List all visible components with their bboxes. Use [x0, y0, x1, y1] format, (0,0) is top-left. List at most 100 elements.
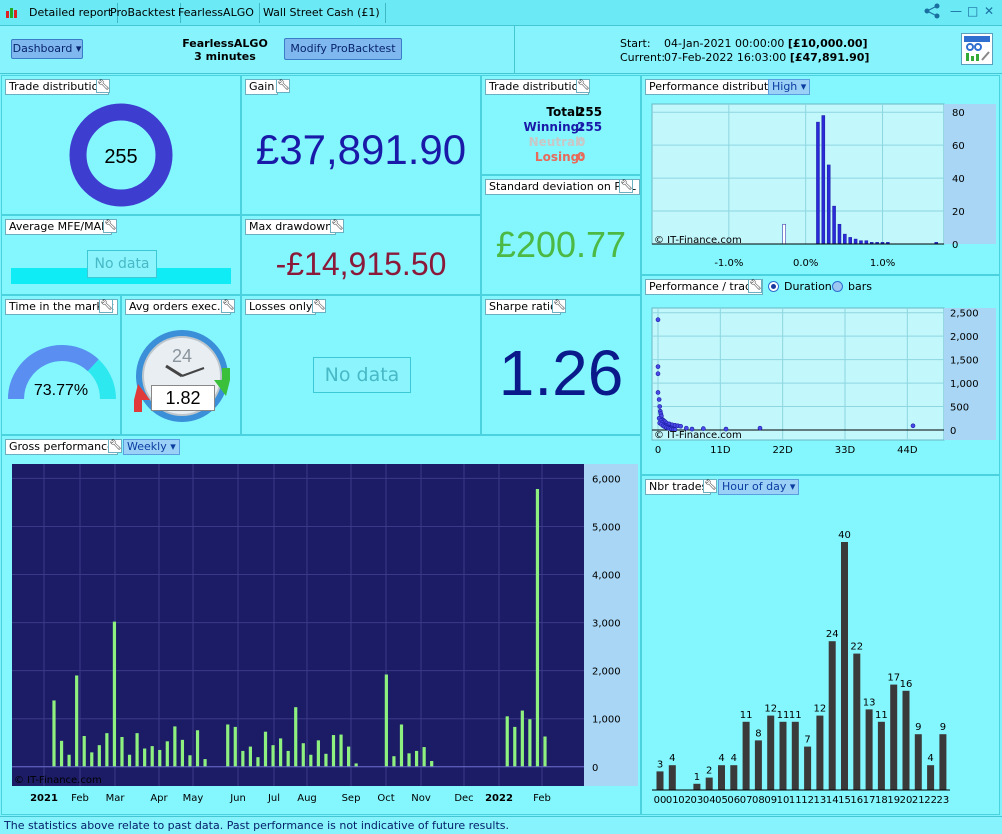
wrench-icon[interactable]: 🔧︎: [276, 79, 290, 93]
hour-bar: [754, 740, 762, 790]
bar-value-label: 12: [814, 704, 827, 715]
y-tick-label: 1,000: [592, 715, 621, 726]
x-tick-label: 33D: [835, 445, 856, 456]
performance-bar: [414, 750, 419, 767]
plot-area: [651, 103, 945, 245]
winning-label: Winning:: [523, 120, 584, 134]
losses-only-nodata: No data: [313, 357, 411, 393]
panel-title: Standard deviation on P&L: [485, 179, 640, 195]
wrench-icon[interactable]: 🔧︎: [330, 219, 344, 233]
report-settings-icon[interactable]: [961, 33, 993, 65]
wrench-icon[interactable]: 🔧︎: [552, 299, 566, 313]
hour-bar: [841, 542, 848, 790]
share-icon[interactable]: [924, 3, 942, 22]
hour-label: 19: [887, 795, 900, 806]
neutral-value: 0: [577, 135, 586, 149]
performance-bar: [158, 749, 162, 767]
performance-bar: [309, 754, 313, 767]
radio-duration[interactable]: [768, 281, 779, 292]
wrench-icon[interactable]: 🔧︎: [619, 179, 633, 193]
minimize-icon[interactable]: —: [950, 4, 962, 18]
bar-value-label: 17: [887, 673, 900, 684]
bar-value-label: 24: [826, 629, 839, 640]
wrench-icon[interactable]: 🔧︎: [108, 439, 122, 453]
strategy-info: FearlessALGO 3 minutes: [170, 37, 280, 63]
y-tick-label: 1,500: [950, 356, 979, 367]
performance-bar: [248, 746, 252, 767]
panel-title: Trade distribution: [5, 79, 110, 95]
performance-bar: [165, 741, 169, 767]
performance-bar: [173, 726, 177, 767]
x-tick-label: Dec: [454, 793, 473, 804]
y-tick-label: 3,000: [592, 619, 621, 630]
scatter-point: [757, 425, 763, 431]
x-tick-label: Jun: [229, 793, 246, 804]
wrench-icon[interactable]: 🔧︎: [96, 79, 110, 93]
hour-label: 23: [937, 795, 950, 806]
scatter-point: [910, 423, 916, 429]
dashboard-dropdown[interactable]: Dashboard ▾: [11, 39, 83, 59]
wrench-icon[interactable]: 🔧︎: [703, 479, 717, 493]
performance-bar: [301, 743, 305, 767]
performance-bar: [188, 755, 192, 767]
tab-instrument[interactable]: Wall Street Cash (£1): [258, 3, 386, 23]
modify-probacktest-button[interactable]: Modify ProBacktest: [284, 38, 402, 60]
distribution-bar: [843, 233, 847, 245]
performance-bar: [347, 746, 351, 767]
performance-bar: [241, 750, 245, 767]
x-tick-label: May: [183, 793, 204, 804]
scatter-point: [678, 423, 683, 429]
perf-dist-dropdown[interactable]: High ▾: [768, 79, 811, 95]
hour-bar: [853, 653, 861, 790]
radio-bars[interactable]: [832, 281, 843, 292]
neutral-label: Neutral:: [528, 135, 584, 149]
gross-dropdown[interactable]: Weekly ▾: [123, 439, 180, 455]
perf-trade-panel: Performance / trade 🔧︎ Duration bars 0 50…: [641, 275, 1000, 475]
y-tick-label: 40: [952, 174, 965, 185]
tab-probacktest[interactable]: ProBacktest: [105, 3, 182, 23]
hour-label: 05: [715, 795, 728, 806]
wrench-icon[interactable]: 🔧︎: [312, 299, 326, 313]
hour-label: 08: [752, 795, 765, 806]
hour-bar: [877, 721, 885, 790]
hour-label: 13: [814, 795, 827, 806]
tab-strategy[interactable]: FearlessALGO: [173, 3, 260, 23]
hour-bar: [902, 690, 910, 790]
bar-value-label: 4: [669, 753, 675, 764]
toolbar: Dashboard ▾ FearlessALGO 3 minutes Modif…: [0, 26, 1002, 74]
wrench-icon[interactable]: 🔧︎: [99, 299, 113, 313]
maximize-icon[interactable]: □: [967, 4, 978, 18]
distribution-bar: [826, 164, 831, 245]
wrench-icon[interactable]: 🔧︎: [576, 79, 590, 93]
performance-bar: [422, 747, 426, 767]
losses-only-panel: Losses only 🔧︎ No data: [241, 295, 481, 435]
panel-title: Average MFE/MAE: [5, 219, 113, 235]
performance-bar: [59, 740, 64, 767]
wrench-icon[interactable]: 🔧︎: [221, 299, 235, 313]
bar-value-label: 7: [804, 735, 810, 746]
performance-bar: [112, 621, 117, 767]
x-tick-label: 2022: [485, 793, 513, 804]
start-label: Start:: [620, 37, 651, 50]
bar-value-label: 9: [915, 722, 921, 733]
wrench-icon[interactable]: 🔧︎: [103, 219, 117, 233]
performance-bar: [407, 753, 411, 767]
perf-trade-chart: 0 500 1,000 1,500 2,000 2,500 0 11D 22D 33D 44D © I…: [651, 307, 996, 456]
wrench-icon[interactable]: 🔧︎: [748, 279, 762, 293]
y-tick-label: 0: [950, 426, 956, 437]
y-tick-label: 2,500: [950, 309, 979, 320]
y-tick-label: 0: [952, 240, 958, 251]
x-tick-label: 2021: [30, 793, 58, 804]
hour-bar: [828, 641, 836, 790]
timeframe: 3 minutes: [194, 50, 256, 63]
x-tick-label: -1.0%: [714, 258, 743, 269]
panel-title: Gain: [245, 79, 279, 95]
x-tick-label: Feb: [71, 793, 89, 804]
close-icon[interactable]: ✕: [984, 4, 994, 18]
nbr-trades-dropdown[interactable]: Hour of day ▾: [718, 479, 800, 495]
y-axis-band: [944, 308, 996, 440]
bar-value-label: 16: [900, 679, 913, 690]
hour-bar: [767, 715, 775, 790]
performance-bar: [354, 763, 358, 767]
chart-watermark: © IT-Finance.com: [14, 775, 102, 786]
